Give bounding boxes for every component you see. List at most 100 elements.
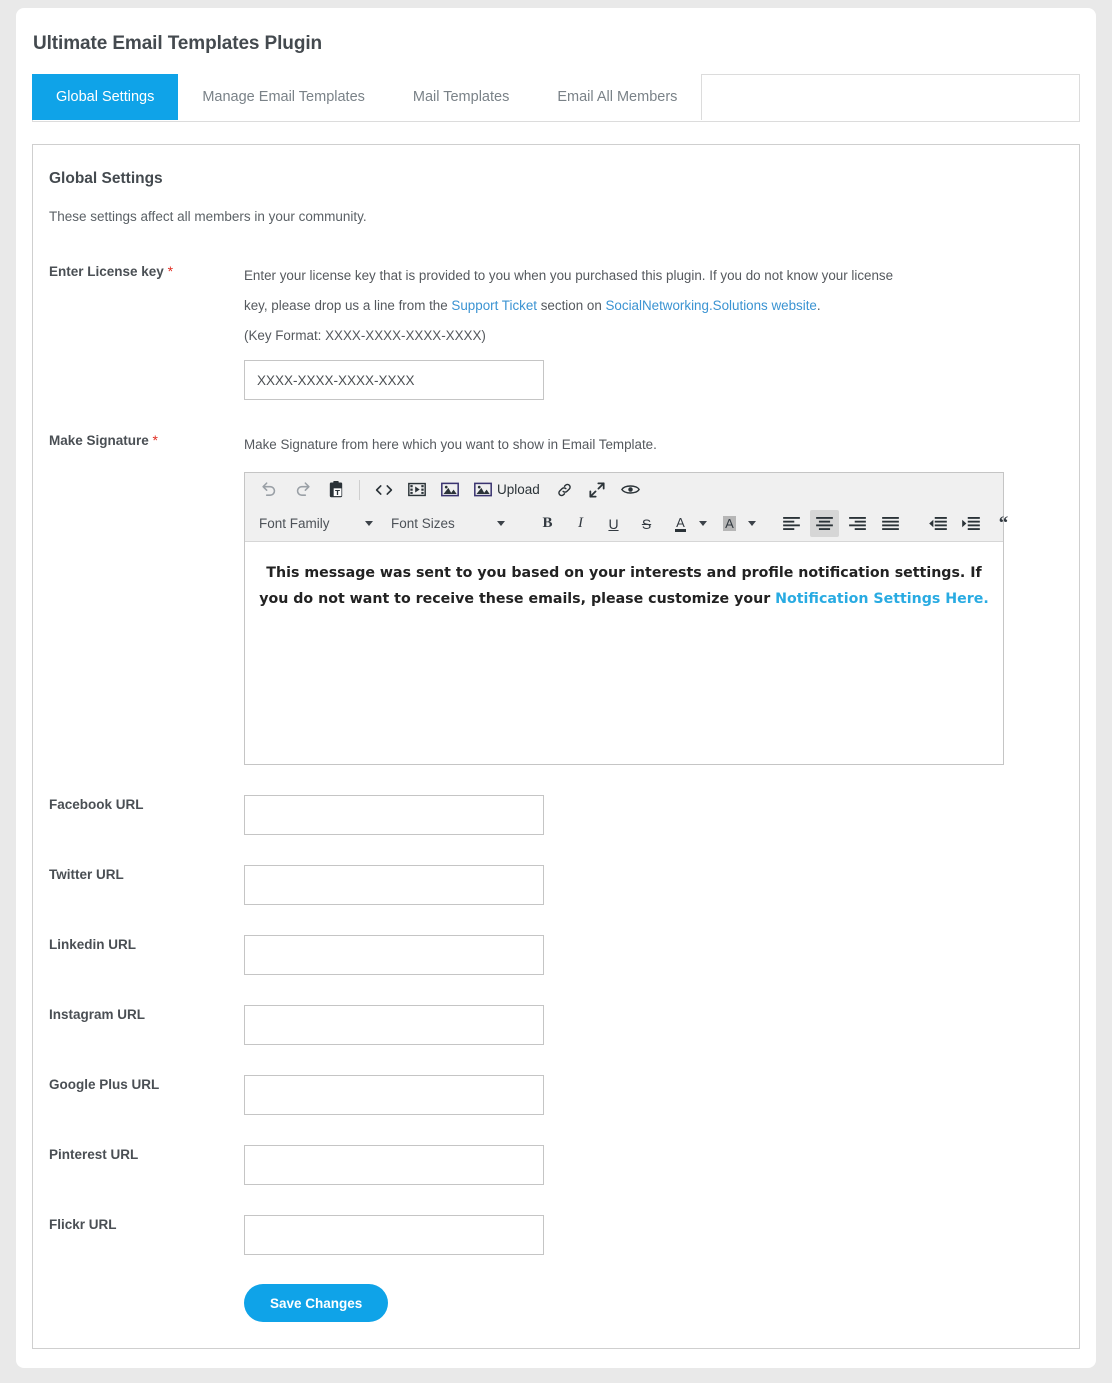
insert-media-icon[interactable] bbox=[402, 476, 431, 503]
tab-mail-templates[interactable]: Mail Templates bbox=[388, 74, 535, 120]
tab-bar: Global Settings Manage Email Templates M… bbox=[32, 74, 1080, 122]
text-color-glyph: A bbox=[675, 514, 686, 532]
align-right-icon[interactable] bbox=[843, 510, 872, 537]
italic-glyph: I bbox=[578, 515, 583, 531]
editor-toolbar-row-2: Font Family Font Sizes B I U S A A “ bbox=[245, 506, 1008, 541]
toolbar-separator bbox=[359, 479, 360, 500]
instagram-url-row: Instagram URL bbox=[49, 1005, 1063, 1045]
license-key-label: Enter License key * bbox=[49, 261, 244, 279]
flickr-url-row: Flickr URL bbox=[49, 1215, 1063, 1255]
settings-panel: Global Settings These settings affect al… bbox=[32, 144, 1080, 1349]
license-desc-part3: . bbox=[816, 298, 821, 313]
insert-link-icon[interactable] bbox=[550, 476, 579, 503]
actions-label-spacer bbox=[49, 1284, 244, 1286]
pinterest-url-input[interactable] bbox=[244, 1145, 544, 1185]
indent-icon[interactable] bbox=[956, 510, 985, 537]
svg-text:T: T bbox=[335, 489, 340, 497]
upload-image-icon[interactable]: Upload bbox=[468, 476, 546, 503]
socialnetworking-solutions-link[interactable]: SocialNetworking.Solutions website bbox=[606, 298, 817, 313]
pinterest-url-label: Pinterest URL bbox=[49, 1147, 139, 1162]
redo-icon[interactable] bbox=[288, 476, 317, 503]
insert-image-icon[interactable] bbox=[435, 476, 464, 503]
actions-field: Save Changes bbox=[244, 1284, 1063, 1322]
preview-icon[interactable] bbox=[616, 476, 645, 503]
tab-label: Global Settings bbox=[56, 89, 155, 105]
make-signature-description: Make Signature from here which you want … bbox=[244, 437, 657, 452]
make-signature-row: Make Signature * Make Signature from her… bbox=[49, 430, 1063, 765]
tab-label: Email All Members bbox=[557, 89, 678, 105]
flickr-url-input[interactable] bbox=[244, 1215, 544, 1255]
twitter-url-input[interactable] bbox=[244, 865, 544, 905]
google-plus-url-row: Google Plus URL bbox=[49, 1075, 1063, 1115]
google-plus-url-input[interactable] bbox=[244, 1075, 544, 1115]
make-signature-field: Make Signature from here which you want … bbox=[244, 430, 1063, 765]
google-plus-url-label: Google Plus URL bbox=[49, 1077, 160, 1092]
tab-manage-email-templates[interactable]: Manage Email Templates bbox=[178, 74, 390, 120]
linkedin-url-label: Linkedin URL bbox=[49, 937, 136, 952]
outdent-icon[interactable] bbox=[923, 510, 952, 537]
required-asterisk: * bbox=[167, 263, 174, 279]
background-color-split[interactable]: A bbox=[713, 510, 760, 537]
signature-rich-text-editor: T Upload Font Family Font Sizes B I U S … bbox=[244, 472, 1008, 765]
upload-label: Upload bbox=[497, 481, 540, 497]
strikethrough-glyph: S bbox=[641, 515, 652, 532]
italic-icon[interactable]: I bbox=[566, 510, 595, 537]
support-ticket-link[interactable]: Support Ticket bbox=[451, 298, 537, 313]
bold-icon[interactable]: B bbox=[533, 510, 562, 537]
align-left-icon[interactable] bbox=[777, 510, 806, 537]
paste-as-text-icon[interactable]: T bbox=[321, 476, 350, 503]
tab-global-settings[interactable]: Global Settings bbox=[32, 74, 180, 120]
font-family-select[interactable]: Font Family bbox=[253, 510, 381, 537]
chevron-down-icon[interactable] bbox=[699, 521, 707, 526]
blockquote-icon[interactable]: “ bbox=[989, 510, 1018, 537]
text-color-icon[interactable]: A bbox=[666, 510, 695, 537]
font-sizes-select[interactable]: Font Sizes bbox=[385, 510, 513, 537]
undo-icon[interactable] bbox=[255, 476, 284, 503]
background-color-icon[interactable]: A bbox=[715, 510, 744, 537]
align-center-icon[interactable] bbox=[810, 510, 839, 537]
linkedin-url-field bbox=[244, 935, 1063, 975]
facebook-url-input[interactable] bbox=[244, 795, 544, 835]
font-family-label: Font Family bbox=[259, 516, 330, 531]
license-key-description: Enter your license key that is provided … bbox=[244, 261, 904, 321]
tab-label: Mail Templates bbox=[412, 89, 510, 105]
linkedin-url-row: Linkedin URL bbox=[49, 935, 1063, 975]
facebook-url-label: Facebook URL bbox=[49, 797, 144, 812]
google-plus-url-field bbox=[244, 1075, 1063, 1115]
page-title: Ultimate Email Templates Plugin bbox=[33, 33, 323, 54]
instagram-url-input[interactable] bbox=[244, 1005, 544, 1045]
linkedin-url-input[interactable] bbox=[244, 935, 544, 975]
blockquote-glyph: “ bbox=[998, 512, 1009, 534]
fullscreen-icon[interactable] bbox=[583, 476, 612, 503]
chevron-down-icon[interactable] bbox=[748, 521, 756, 526]
twitter-url-row: Twitter URL bbox=[49, 865, 1063, 905]
strikethrough-icon[interactable]: S bbox=[632, 510, 661, 537]
chevron-down-icon bbox=[497, 521, 505, 526]
text-color-split[interactable]: A bbox=[664, 510, 711, 537]
pinterest-url-row: Pinterest URL bbox=[49, 1145, 1063, 1185]
editor-toolbar: T Upload Font Family Font Sizes B I U S … bbox=[245, 473, 1008, 542]
make-signature-label-text: Make Signature bbox=[49, 433, 149, 448]
underline-glyph: U bbox=[608, 515, 619, 532]
license-key-input[interactable] bbox=[244, 360, 544, 400]
chevron-down-icon bbox=[365, 521, 373, 526]
license-key-field: Enter your license key that is provided … bbox=[244, 261, 1063, 400]
save-changes-button[interactable]: Save Changes bbox=[244, 1284, 389, 1322]
facebook-url-field bbox=[244, 795, 1063, 835]
editor-toolbar-row-1: T Upload bbox=[245, 473, 1003, 506]
source-code-icon[interactable] bbox=[369, 476, 398, 503]
underline-icon[interactable]: U bbox=[599, 510, 628, 537]
flickr-url-label: Flickr URL bbox=[49, 1217, 117, 1232]
tab-label: Manage Email Templates bbox=[202, 89, 365, 105]
background-color-glyph: A bbox=[723, 516, 736, 531]
align-justify-icon[interactable] bbox=[876, 510, 905, 537]
plugin-page-container: Ultimate Email Templates Plugin Global S… bbox=[16, 8, 1096, 1368]
license-desc-part2: section on bbox=[537, 298, 606, 313]
editor-content-area[interactable]: This message was sent to you based on yo… bbox=[245, 542, 1003, 764]
license-key-row: Enter License key * Enter your license k… bbox=[49, 261, 1063, 400]
tab-email-all-members[interactable]: Email All Members bbox=[533, 74, 703, 120]
notification-settings-link[interactable]: Notification Settings Here. bbox=[775, 591, 989, 607]
signature-content: This message was sent to you based on yo… bbox=[259, 560, 989, 612]
instagram-url-label: Instagram URL bbox=[49, 1007, 146, 1022]
twitter-url-label: Twitter URL bbox=[49, 867, 124, 882]
